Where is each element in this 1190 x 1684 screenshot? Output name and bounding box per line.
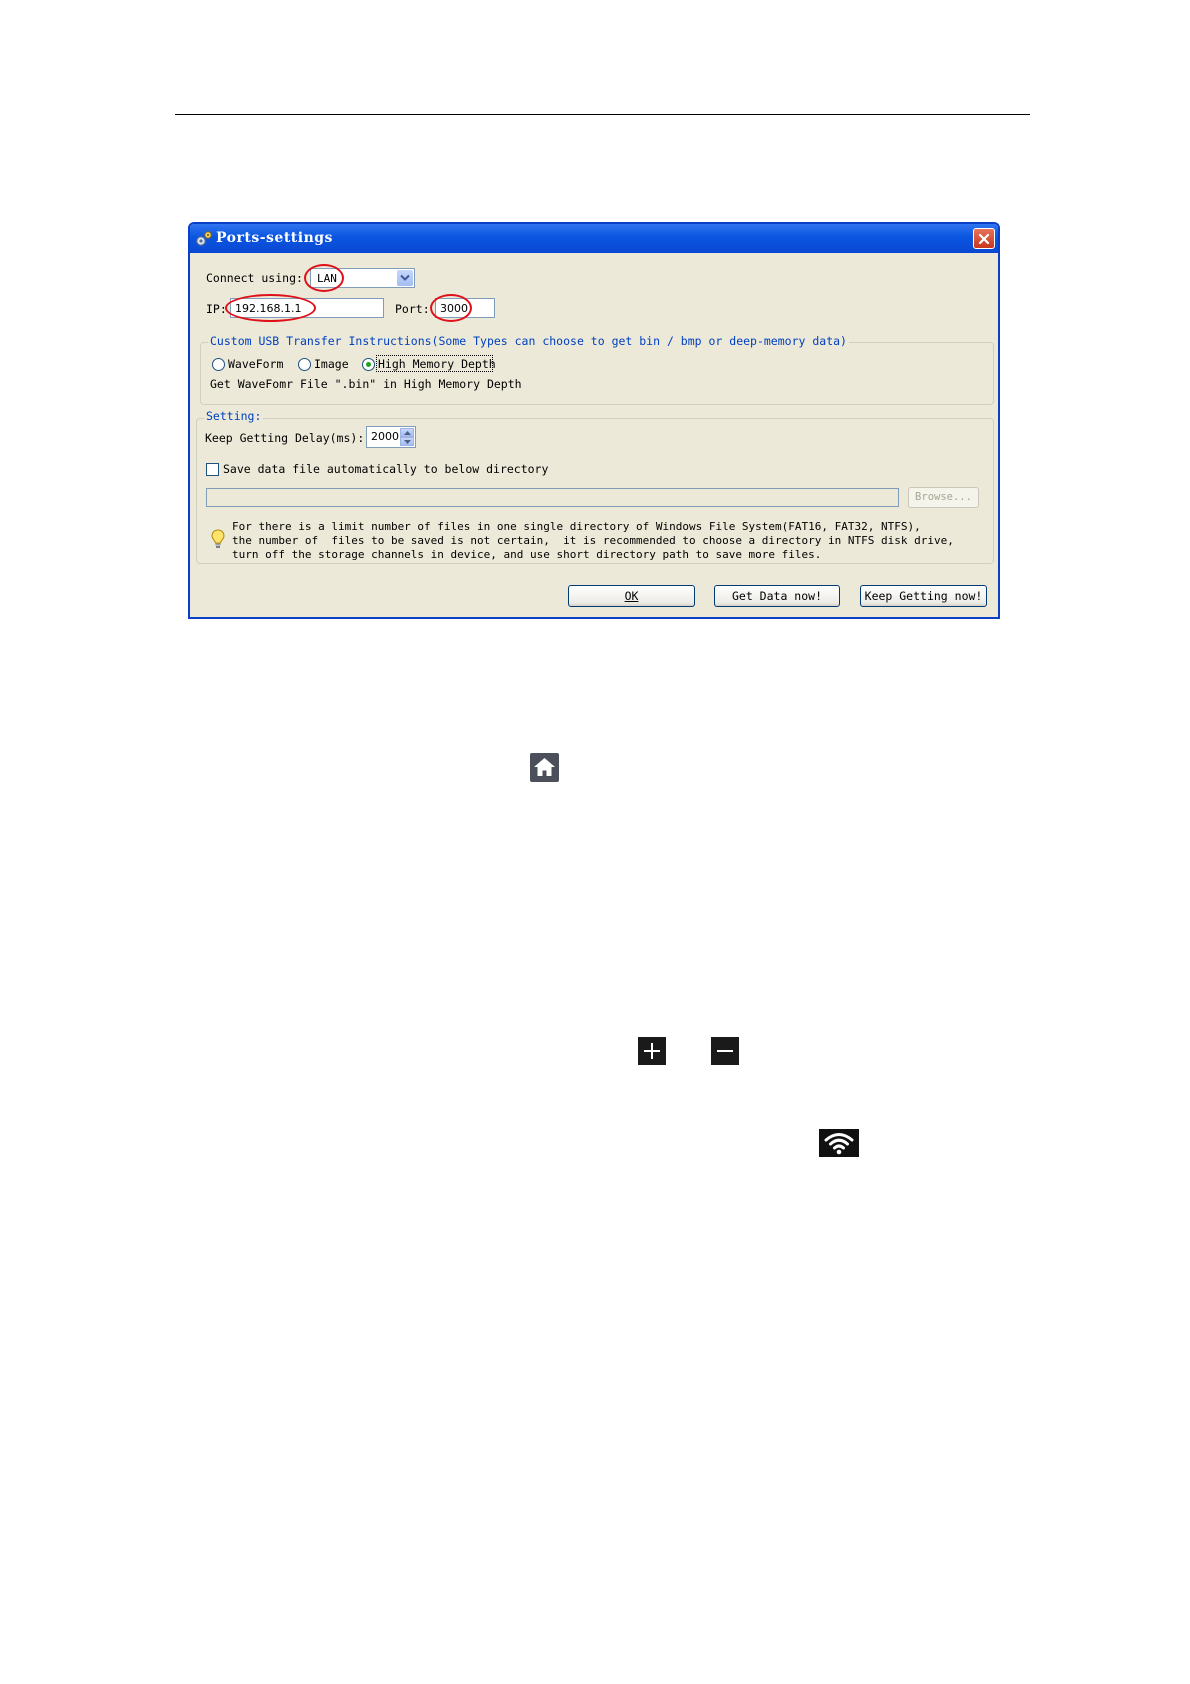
chevron-down-icon xyxy=(400,274,410,281)
delay-label: Keep Getting Delay(ms): xyxy=(205,431,365,445)
dropdown-arrow[interactable] xyxy=(397,270,413,286)
title-bar[interactable]: Ports-settings xyxy=(190,224,998,253)
home-icon xyxy=(530,753,559,782)
save-data-checkbox-label: Save data file automatically to below di… xyxy=(223,462,549,476)
delay-spin-down[interactable] xyxy=(400,437,414,446)
note-line-3: turn off the storage channels in device,… xyxy=(232,548,822,561)
radio-waveform-label: WaveForm xyxy=(228,357,284,371)
dialog-title: Ports-settings xyxy=(216,230,333,246)
browse-button[interactable]: Browse... xyxy=(908,487,979,508)
port-label: Port: xyxy=(395,302,430,316)
connect-using-select[interactable]: LAN xyxy=(310,268,415,288)
minus-icon xyxy=(711,1037,739,1065)
connect-using-value: LAN xyxy=(317,272,337,285)
wifi-icon xyxy=(819,1129,859,1157)
triangle-up-icon xyxy=(404,431,411,435)
ports-settings-dialog: Ports-settings Connect using: LAN IP: 19… xyxy=(188,222,1000,619)
port-input[interactable]: 3000 xyxy=(435,298,495,318)
get-data-now-button[interactable]: Get Data now! xyxy=(714,585,840,607)
usb-description: Get WaveFomr File ".bin" in High Memory … xyxy=(210,377,522,391)
delay-spin-up[interactable] xyxy=(400,428,414,437)
triangle-down-icon xyxy=(404,440,411,444)
directory-path-field[interactable] xyxy=(206,488,899,507)
lightbulb-icon xyxy=(211,529,225,548)
ok-button[interactable]: OK xyxy=(568,585,695,607)
header-rule xyxy=(175,114,1030,115)
plus-icon xyxy=(638,1037,666,1065)
ip-label: IP: xyxy=(206,302,227,316)
ip-input[interactable]: 192.168.1.1 xyxy=(230,298,384,318)
note-line-2: the number of files to be saved is not c… xyxy=(232,534,954,547)
usb-transfer-group xyxy=(200,342,994,405)
port-value: 3000 xyxy=(440,302,468,315)
radio-image[interactable] xyxy=(298,358,311,371)
setting-group-legend: Setting: xyxy=(204,409,264,423)
save-data-checkbox[interactable] xyxy=(206,463,219,476)
radio-image-label: Image xyxy=(314,357,349,371)
note-line-1: For there is a limit number of files in … xyxy=(232,520,921,533)
usb-group-legend: Custom USB Transfer Instructions(Some Ty… xyxy=(208,334,849,348)
keep-getting-now-button[interactable]: Keep Getting now! xyxy=(860,585,987,607)
focus-rectangle xyxy=(376,355,493,372)
close-icon xyxy=(978,233,990,245)
radio-high-memory-depth[interactable] xyxy=(362,358,375,371)
ip-value: 192.168.1.1 xyxy=(235,302,302,315)
connect-using-label: Connect using: xyxy=(206,271,303,285)
settings-gears-icon xyxy=(196,231,212,246)
delay-value: 2000 xyxy=(371,430,399,443)
radio-waveform[interactable] xyxy=(212,358,225,371)
close-button[interactable] xyxy=(973,228,995,249)
